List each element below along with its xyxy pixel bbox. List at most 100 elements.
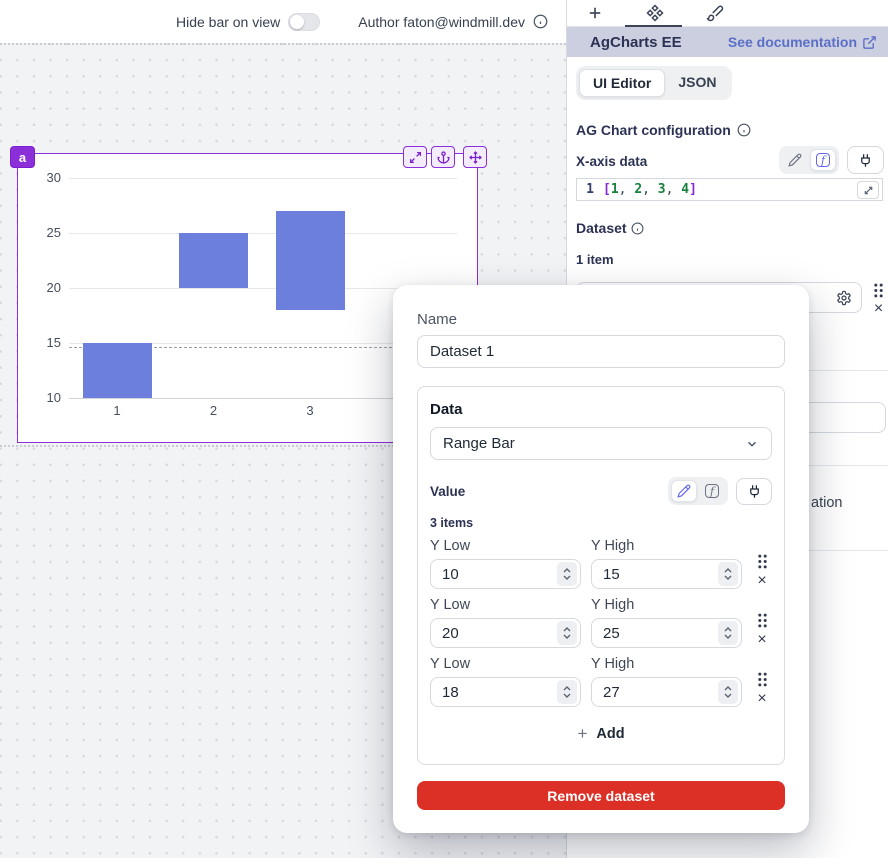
y-low-input[interactable]: 18 xyxy=(430,677,581,707)
number-stepper[interactable] xyxy=(557,680,577,704)
active-tab-indicator xyxy=(625,25,682,28)
hide-bar-label: Hide bar on view xyxy=(176,14,280,30)
y-high-input[interactable]: 25 xyxy=(591,618,742,648)
data-section: Data Range Bar Value f 3 xyxy=(417,386,785,765)
info-icon[interactable] xyxy=(631,222,644,235)
data-section-title: Data xyxy=(430,401,772,418)
chart-type-value: Range Bar xyxy=(443,435,515,452)
function-icon: f xyxy=(705,484,719,498)
y-tick-label: 20 xyxy=(28,280,61,295)
drag-handle-icon[interactable] xyxy=(873,283,884,298)
drag-handle-icon[interactable] xyxy=(757,672,768,687)
number-stepper[interactable] xyxy=(718,562,738,586)
dataset-editor-modal: Name Dataset 1 Data Range Bar Value f xyxy=(393,285,809,833)
chevron-down-icon xyxy=(745,437,759,451)
number-stepper[interactable] xyxy=(557,621,577,645)
expand-icon xyxy=(409,151,422,164)
plus-icon xyxy=(586,4,604,22)
component-id-badge: a xyxy=(10,146,35,168)
y-low-input[interactable]: 10 xyxy=(430,559,581,589)
add-item-button[interactable]: + Add xyxy=(430,721,772,746)
number-stepper[interactable] xyxy=(557,562,577,586)
component-header: AgCharts EE See documentation xyxy=(567,27,888,57)
remove-row-icon[interactable]: × xyxy=(757,632,766,648)
pencil-icon xyxy=(677,484,691,498)
info-icon[interactable] xyxy=(737,123,751,137)
diagonal-expand-icon xyxy=(863,185,874,196)
value-label: Value xyxy=(430,484,465,499)
xaxis-input-mode-group: f xyxy=(779,146,839,174)
remove-row-icon[interactable]: × xyxy=(757,573,766,589)
remove-dataset-button[interactable]: Remove dataset xyxy=(417,781,785,810)
expand-component-button[interactable] xyxy=(403,146,427,168)
gridline xyxy=(69,178,457,179)
plus-icon: + xyxy=(577,725,587,742)
move-component-button[interactable] xyxy=(463,146,487,168)
range-bar xyxy=(276,211,345,310)
y-tick-label: 15 xyxy=(28,335,61,350)
drag-handle-icon[interactable] xyxy=(757,554,768,569)
value-row: Y Low 20 Y High 25 × xyxy=(430,597,772,648)
value-row: Y Low 10 Y High 15 × xyxy=(430,538,772,589)
y-high-input[interactable]: 15 xyxy=(591,559,742,589)
gridline xyxy=(69,233,457,234)
code-line-number: 1 xyxy=(577,182,603,197)
see-documentation-link[interactable]: See documentation xyxy=(728,34,877,50)
y-low-label: Y Low xyxy=(430,538,581,554)
y-low-input[interactable]: 20 xyxy=(430,618,581,648)
component-title: AgCharts EE xyxy=(590,34,682,51)
dataset-section-title: Dataset xyxy=(576,220,884,236)
hide-bar-toggle[interactable] xyxy=(288,13,320,31)
tab-styling[interactable] xyxy=(704,2,726,24)
author-label: Author faton@windmill.dev xyxy=(358,14,525,30)
expand-editor-button[interactable] xyxy=(857,181,879,199)
value-row: Y Low 18 Y High 27 × xyxy=(430,656,772,707)
function-edit-button[interactable]: f xyxy=(699,480,725,502)
value-input-mode-group: f xyxy=(668,477,728,505)
y-low-label: Y Low xyxy=(430,656,581,672)
panel-tab-bar xyxy=(567,0,888,27)
items-count: 3 items xyxy=(430,516,772,530)
x-tick-label: 1 xyxy=(102,403,132,418)
remove-row-icon[interactable]: × xyxy=(757,691,766,707)
range-bar xyxy=(179,233,248,288)
code-content[interactable]: [1, 2, 3, 4] xyxy=(603,182,697,197)
external-link-icon xyxy=(862,35,877,50)
brush-icon xyxy=(706,4,724,22)
connect-input-button[interactable] xyxy=(736,478,772,505)
value-rows: Y Low 10 Y High 15 × Y Low xyxy=(430,538,772,707)
xaxis-data-label: X-axis data xyxy=(576,154,647,174)
name-label: Name xyxy=(417,311,785,328)
config-section-title: AG Chart configuration xyxy=(576,122,884,138)
y-low-label: Y Low xyxy=(430,597,581,613)
plug-icon xyxy=(858,153,873,168)
components-icon xyxy=(646,4,664,22)
function-edit-button[interactable]: f xyxy=(810,149,836,171)
anchor-component-button[interactable] xyxy=(431,146,455,168)
connect-input-button[interactable] xyxy=(847,146,884,174)
gear-icon xyxy=(836,290,852,306)
tab-json[interactable]: JSON xyxy=(665,69,729,97)
tab-component-settings[interactable] xyxy=(644,2,666,24)
info-icon[interactable] xyxy=(533,14,548,29)
y-high-input[interactable]: 27 xyxy=(591,677,742,707)
static-edit-button[interactable] xyxy=(782,149,808,171)
chart-type-select[interactable]: Range Bar xyxy=(430,427,772,460)
anchor-icon xyxy=(437,151,450,164)
x-tick-label: 3 xyxy=(295,403,325,418)
number-stepper[interactable] xyxy=(718,680,738,704)
y-tick-label: 30 xyxy=(28,170,61,185)
number-stepper[interactable] xyxy=(718,621,738,645)
y-high-label: Y High xyxy=(591,656,742,672)
move-icon xyxy=(469,151,482,164)
drag-handle-icon[interactable] xyxy=(757,613,768,628)
tab-insert[interactable] xyxy=(584,2,606,24)
pencil-icon xyxy=(788,153,802,167)
static-edit-button[interactable] xyxy=(671,480,697,502)
dataset-name-input[interactable]: Dataset 1 xyxy=(417,335,785,368)
plug-icon xyxy=(747,484,762,499)
tab-ui-editor[interactable]: UI Editor xyxy=(579,69,665,97)
xaxis-code-editor[interactable]: 1 [1, 2, 3, 4] xyxy=(576,178,883,201)
remove-dataset-item-icon[interactable]: × xyxy=(874,301,883,317)
y-high-label: Y High xyxy=(591,538,742,554)
